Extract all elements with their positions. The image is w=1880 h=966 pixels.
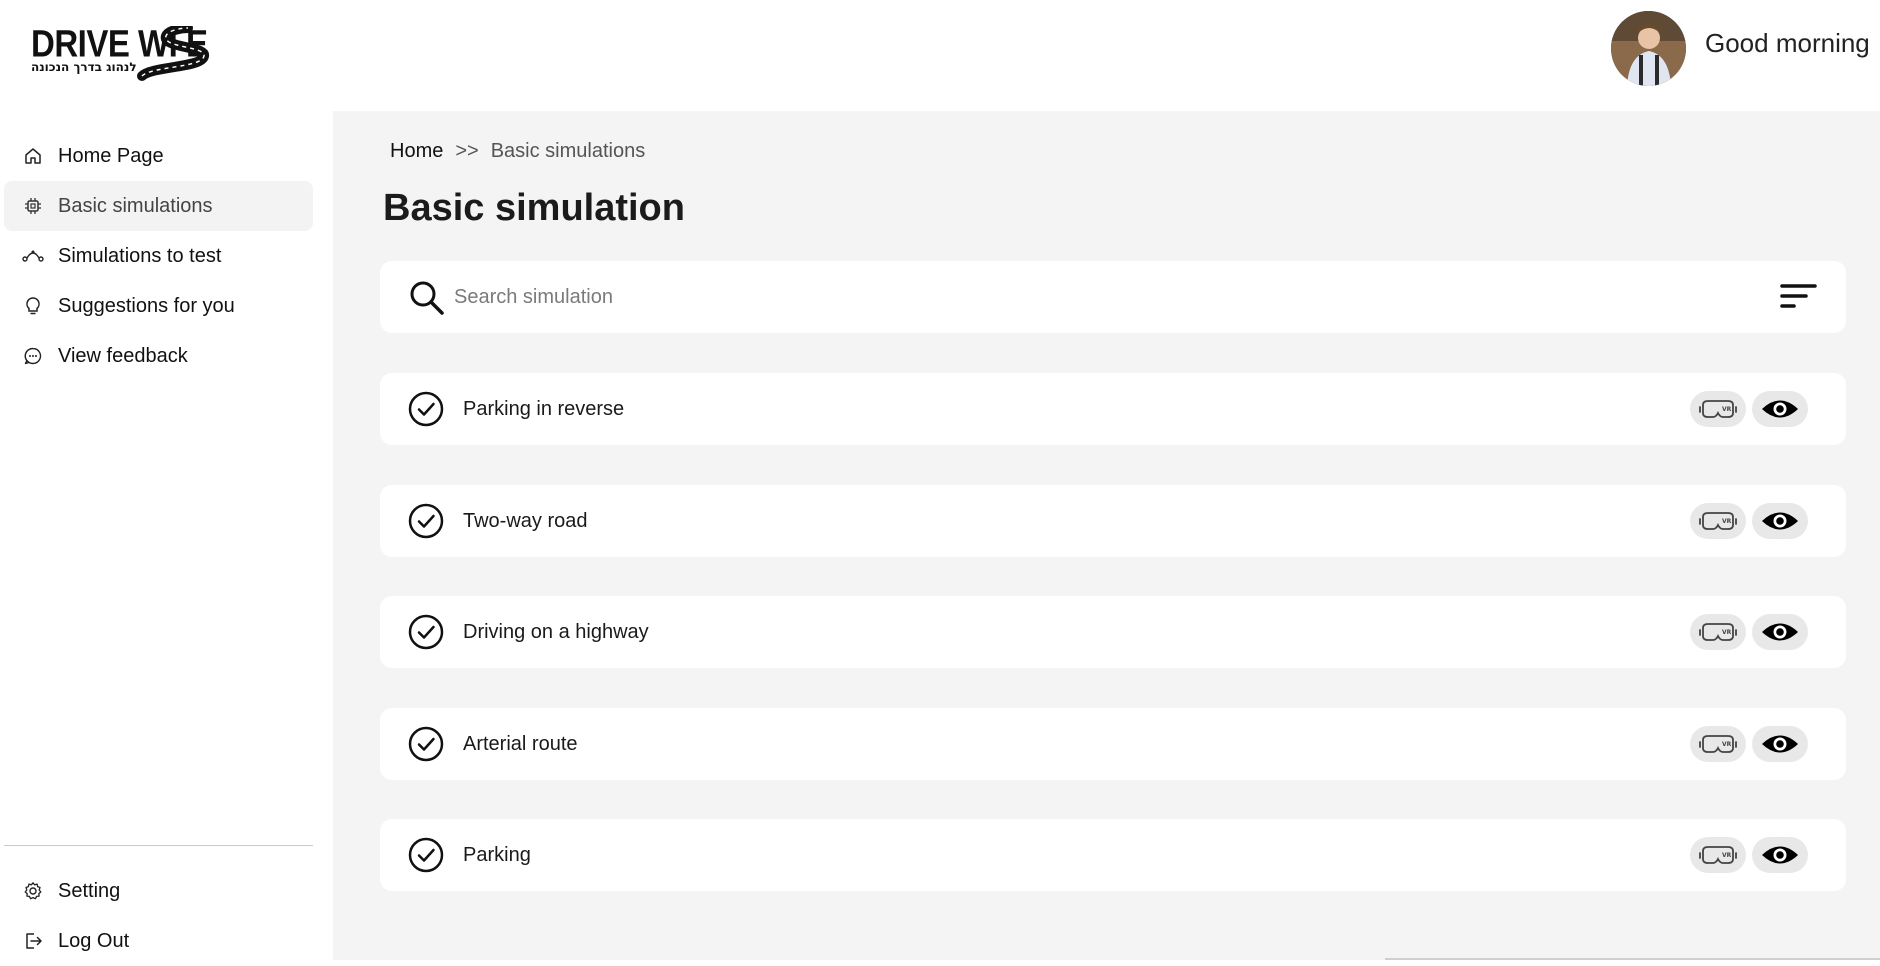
simulation-title: Parking in reverse	[463, 398, 625, 420]
vr-headset-icon: VR	[1699, 512, 1737, 530]
svg-text:VR: VR	[1722, 741, 1732, 748]
logo-tagline: לנהוג בדרך הנכונה	[31, 60, 137, 74]
logout-icon	[22, 930, 44, 952]
breadcrumb: Home >> Basic simulations	[390, 140, 645, 163]
sidebar-item-suggestions-for-you[interactable]: Suggestions for you	[4, 281, 313, 331]
simulation-title: Driving on a highway	[463, 621, 649, 643]
svg-text:VR: VR	[1722, 629, 1732, 636]
breadcrumb-separator: >>	[455, 140, 479, 162]
sidebar-item-log-out[interactable]: Log Out	[4, 916, 313, 966]
lightbulb-icon	[22, 295, 44, 317]
simulation-row[interactable]: Parking VR	[380, 819, 1846, 891]
home-icon	[22, 145, 44, 167]
vr-headset-button[interactable]: VR	[1690, 614, 1746, 650]
view-simulation-button[interactable]	[1752, 391, 1808, 427]
sidebar-item-home-page[interactable]: Home Page	[4, 131, 313, 181]
check-circle-icon	[408, 837, 444, 878]
drive-wise-logo[interactable]: DRIVE WI E לנהוג בדרך הנכונה	[28, 20, 218, 81]
svg-text:VR: VR	[1722, 852, 1732, 859]
check-circle-icon	[408, 614, 444, 655]
filter-icon[interactable]	[1780, 283, 1818, 318]
sidebar-item-label: Log Out	[58, 929, 130, 952]
sidebar-item-label: Simulations to test	[58, 244, 222, 267]
sidebar-item-label: Suggestions for you	[58, 294, 235, 317]
breadcrumb-home-link[interactable]: Home	[390, 140, 443, 163]
greeting-text: Good morning	[1705, 28, 1870, 58]
gear-icon	[22, 880, 44, 902]
simulation-title: Parking	[463, 844, 531, 866]
vr-headset-button[interactable]: VR	[1690, 391, 1746, 427]
view-simulation-button[interactable]	[1752, 614, 1808, 650]
sidebar-item-view-feedback[interactable]: View feedback	[4, 331, 313, 381]
view-simulation-button[interactable]	[1752, 503, 1808, 539]
page-title: Basic simulation	[383, 187, 685, 229]
vr-headset-button[interactable]: VR	[1690, 837, 1746, 873]
svg-text:VR: VR	[1722, 518, 1732, 525]
avatar-photo	[1611, 11, 1686, 86]
chip-icon	[22, 195, 44, 217]
vr-headset-icon: VR	[1699, 400, 1737, 418]
simulation-title: Arterial route	[463, 733, 578, 755]
sidebar: Home Page Basic simulations Simulations …	[0, 111, 333, 960]
check-circle-icon	[408, 726, 444, 767]
vr-headset-icon: VR	[1699, 735, 1737, 753]
chat-icon	[22, 345, 44, 367]
sidebar-item-label: Basic simulations	[58, 194, 213, 217]
vr-headset-icon: VR	[1699, 846, 1737, 864]
user-avatar[interactable]	[1611, 11, 1686, 86]
route-icon	[22, 245, 44, 267]
sidebar-item-setting[interactable]: Setting	[4, 866, 313, 916]
top-header: DRIVE WI E לנהוג בדרך הנכונה Good mornin…	[0, 0, 1880, 111]
simulation-row[interactable]: Arterial route VR	[380, 708, 1846, 780]
check-circle-icon	[408, 391, 444, 432]
check-circle-icon	[408, 503, 444, 544]
sidebar-divider	[4, 845, 313, 846]
sidebar-item-basic-simulations[interactable]: Basic simulations	[4, 181, 313, 231]
simulation-row[interactable]: Two-way road VR	[380, 485, 1846, 557]
svg-text:VR: VR	[1722, 406, 1732, 413]
search-icon[interactable]	[408, 279, 446, 322]
sidebar-item-simulations-to-test[interactable]: Simulations to test	[4, 231, 313, 281]
search-input[interactable]	[454, 275, 1734, 319]
simulation-row[interactable]: Driving on a highway VR	[380, 596, 1846, 668]
main-content: Home >> Basic simulations Basic simulati…	[333, 111, 1880, 960]
breadcrumb-current: Basic simulations	[490, 140, 646, 162]
simulation-row[interactable]: Parking in reverse VR	[380, 373, 1846, 445]
eye-icon	[1762, 735, 1798, 753]
sidebar-item-label: View feedback	[58, 344, 188, 367]
vr-headset-icon: VR	[1699, 623, 1737, 641]
eye-icon	[1762, 400, 1798, 418]
view-simulation-button[interactable]	[1752, 726, 1808, 762]
vr-headset-button[interactable]: VR	[1690, 503, 1746, 539]
vr-headset-button[interactable]: VR	[1690, 726, 1746, 762]
eye-icon	[1762, 846, 1798, 864]
simulation-title: Two-way road	[463, 510, 588, 532]
eye-icon	[1762, 623, 1798, 641]
sidebar-item-label: Setting	[58, 879, 121, 902]
search-bar	[380, 261, 1846, 333]
sidebar-item-label: Home Page	[58, 144, 164, 167]
eye-icon	[1762, 512, 1798, 530]
logo-road-icon	[137, 26, 209, 81]
view-simulation-button[interactable]	[1752, 837, 1808, 873]
